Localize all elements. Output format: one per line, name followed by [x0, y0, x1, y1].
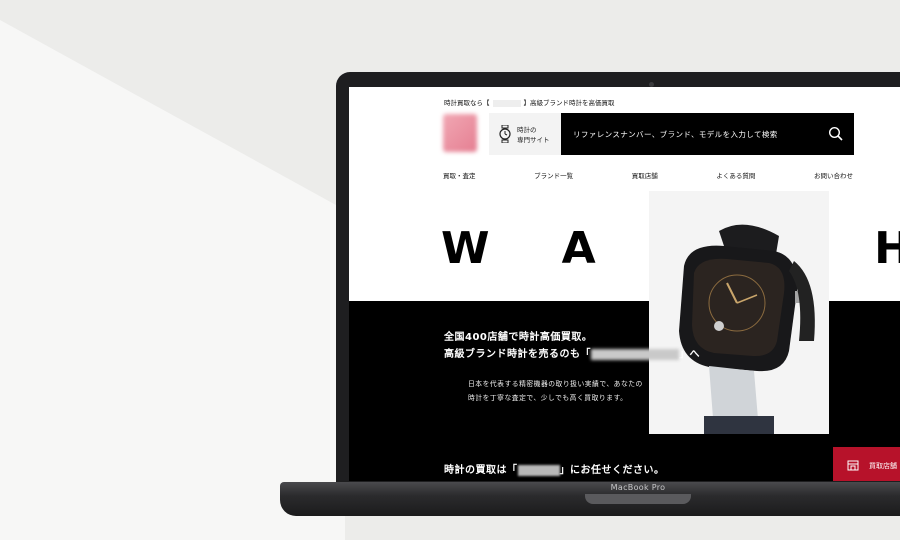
watch-illustration	[649, 191, 829, 434]
nav-item-faq[interactable]: よくある質問	[716, 170, 755, 180]
search-icon[interactable]	[828, 126, 844, 142]
redacted-brand	[591, 348, 679, 360]
nav-item-stores[interactable]: 買取店舗	[632, 170, 658, 180]
store-finder-button[interactable]: 買取店舗	[833, 447, 900, 481]
site-tagline: 時計買取なら【 】高級ブランド時計を高価買取	[444, 99, 615, 107]
redacted-brand	[517, 464, 560, 476]
site-logo[interactable]	[443, 114, 477, 152]
nav-item-contact[interactable]: お問い合わせ	[814, 170, 853, 180]
headline-secondary: 時計の買取は「 」にお任せください。	[444, 464, 665, 476]
hero-letter: H	[874, 223, 900, 274]
watch-icon	[499, 125, 511, 143]
intro-paragraph: 日本を代表する精密機器の取り扱い実績で、あなたの 時計を丁寧な査定で、少しでも高…	[468, 380, 643, 402]
redacted-brand	[492, 99, 521, 107]
headline-main: 全国400店舗で時計高価買取。 高級ブランド時計を売るのも「 」へ	[444, 332, 700, 360]
search-input[interactable]: リファレンスナンバー、ブランド、モデルを入力して検索	[561, 113, 854, 155]
laptop-screen: 時計買取なら【 】高級ブランド時計を高価買取 時計の 専門サイト リファレンスナン…	[349, 87, 900, 481]
laptop-model-label: MacBook Pro	[610, 483, 666, 492]
hero-letter: A	[561, 223, 596, 274]
laptop-notch	[585, 494, 691, 504]
main-nav: 買取・査定 ブランド一覧 買取店舗 よくある質問 お問い合わせ	[443, 170, 853, 180]
specialty-badge: 時計の 専門サイト	[489, 113, 561, 155]
search-placeholder: リファレンスナンバー、ブランド、モデルを入力して検索	[573, 130, 778, 139]
specialty-text: 時計の 専門サイト	[517, 126, 550, 144]
nav-item-purchase[interactable]: 買取・査定	[443, 170, 476, 180]
store-icon	[847, 460, 859, 471]
watch-photo	[649, 191, 829, 434]
hero-letter: W	[441, 223, 490, 274]
store-button-label: 買取店舗	[869, 462, 897, 470]
nav-item-brands[interactable]: ブランド一覧	[534, 170, 573, 180]
